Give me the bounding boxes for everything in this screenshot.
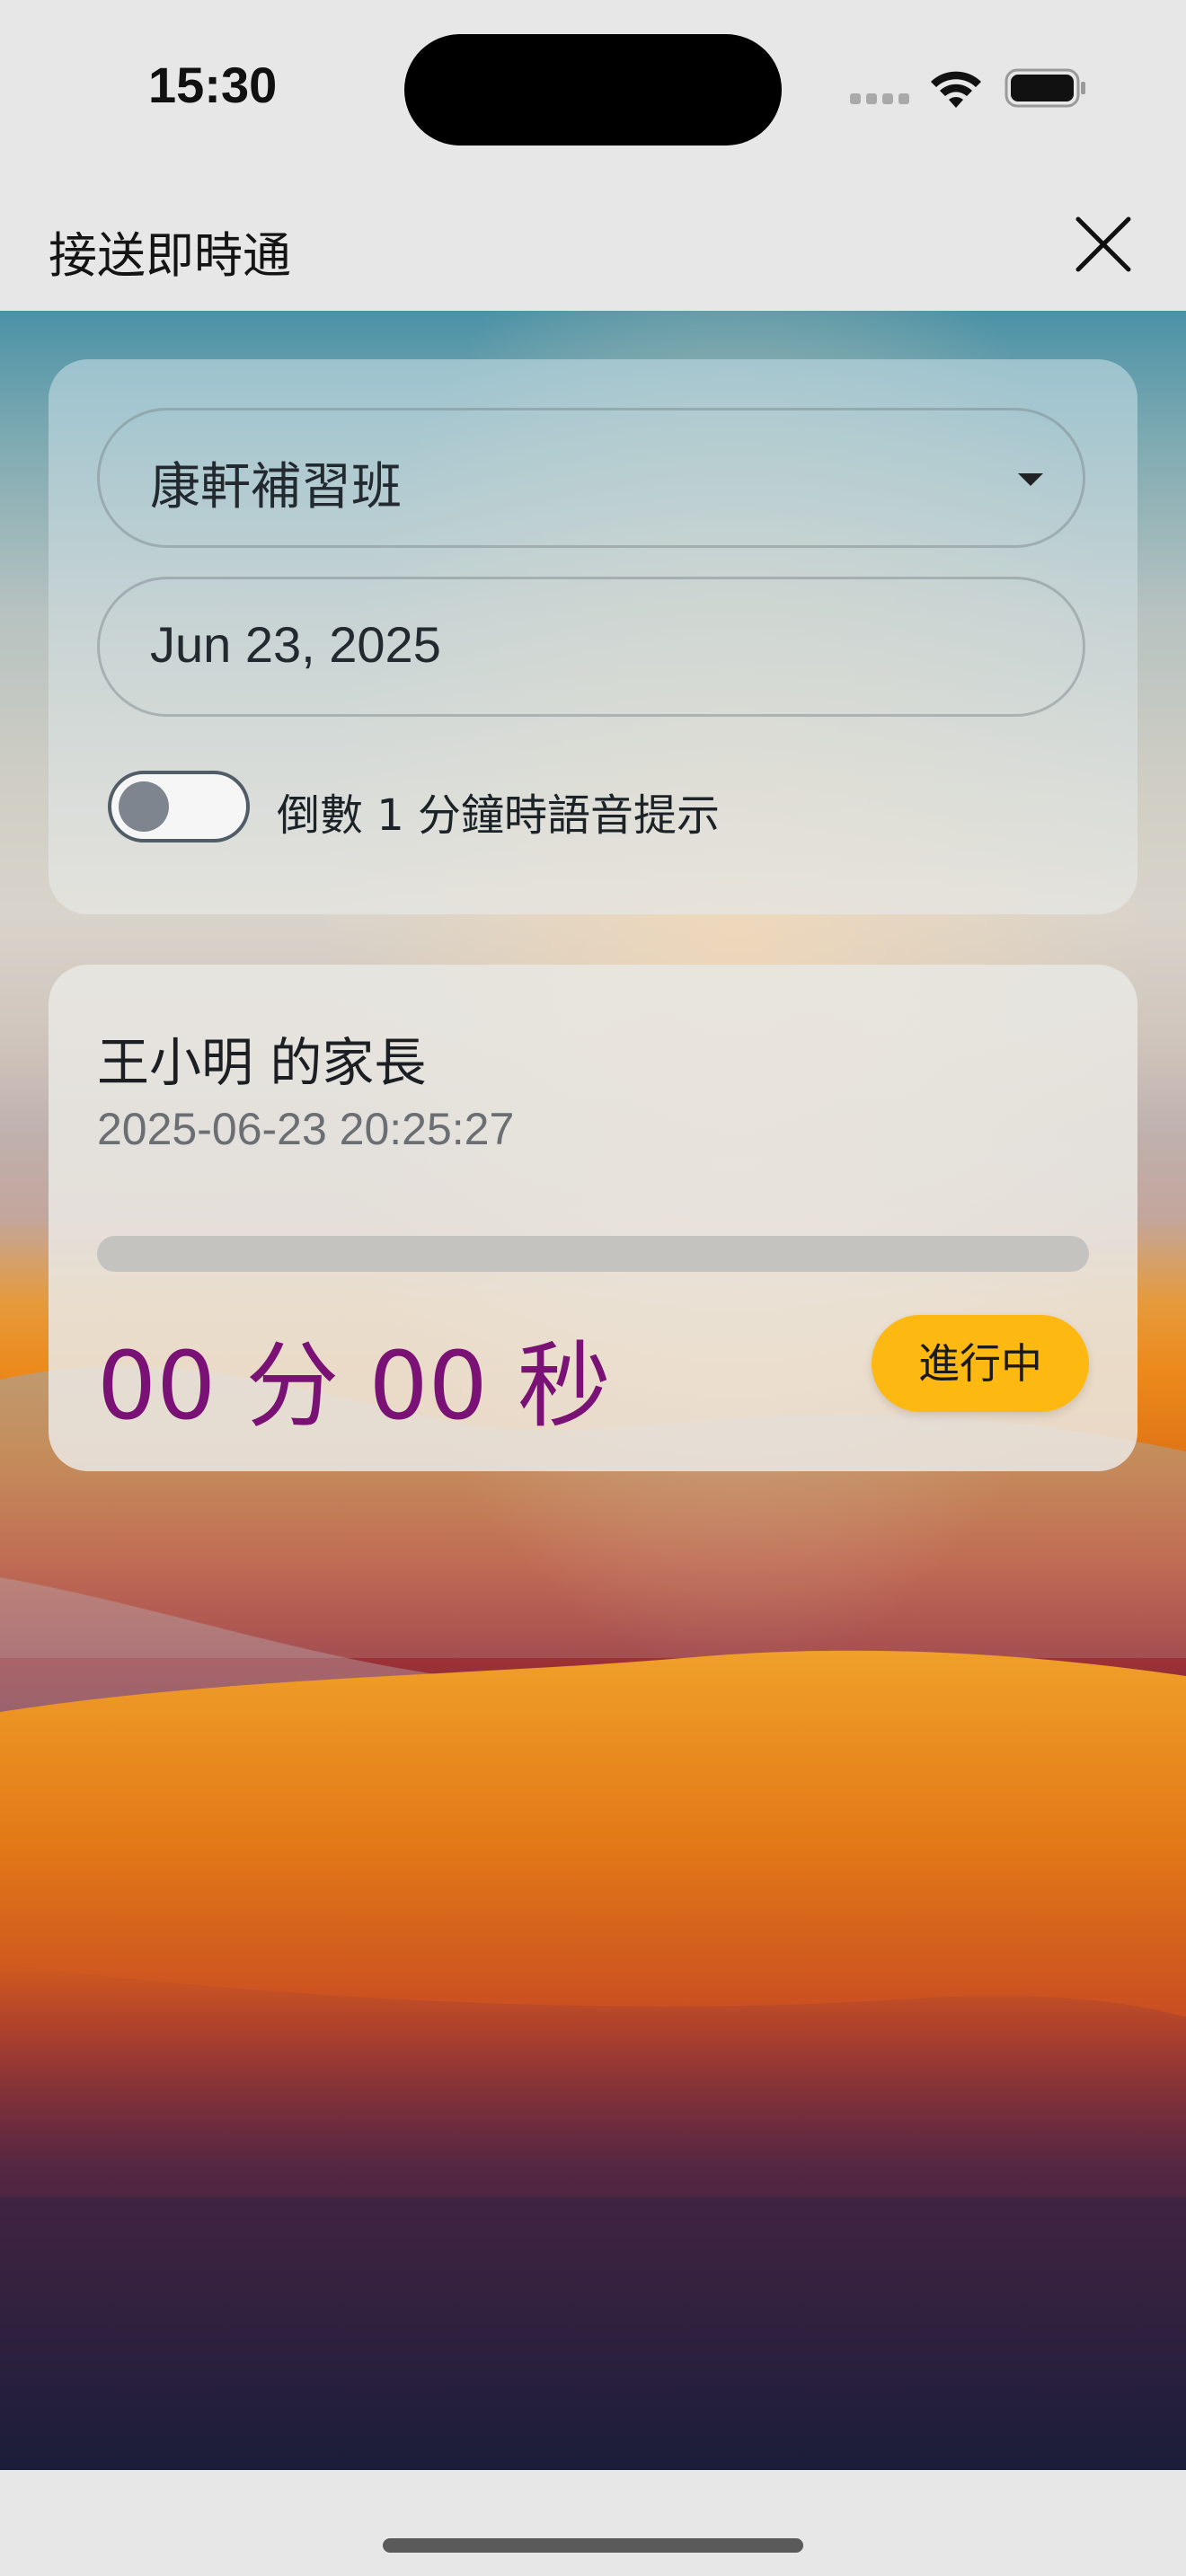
- app-header: 接送即時通: [0, 171, 1186, 311]
- settings-card: 康軒補習班 Jun 23, 2025 倒數 1 分鐘時語音提示: [49, 359, 1137, 914]
- parent-name: 王小明 的家長: [97, 1032, 427, 1093]
- close-button[interactable]: [1069, 210, 1137, 278]
- pickup-card: 王小明 的家長 2025-06-23 20:25:27 00 分 00 秒 進行…: [49, 965, 1137, 1471]
- toggle-knob: [119, 781, 169, 832]
- countdown-progress-bar: [97, 1236, 1089, 1272]
- home-indicator[interactable]: [383, 2538, 803, 2553]
- date-field[interactable]: Jun 23, 2025: [97, 577, 1085, 717]
- page-title: 接送即時通: [49, 227, 291, 284]
- date-field-value: Jun 23, 2025: [150, 616, 441, 673]
- wifi-icon: [931, 71, 981, 108]
- status-badge[interactable]: 進行中: [872, 1315, 1089, 1412]
- countdown-timer: 00 分 00 秒: [97, 1331, 611, 1441]
- battery-icon: [1005, 68, 1085, 108]
- status-bar: 15:30: [0, 0, 1186, 171]
- pickup-timestamp: 2025-06-23 20:25:27: [97, 1104, 515, 1154]
- bottom-bar: [0, 2470, 1186, 2576]
- school-select[interactable]: 康軒補習班: [97, 408, 1085, 548]
- close-icon: [1075, 216, 1131, 272]
- voice-alert-label: 倒數 1 分鐘時語音提示: [277, 790, 721, 841]
- status-time: 15:30: [148, 57, 278, 113]
- dynamic-island: [404, 34, 782, 146]
- chevron-down-icon: [1018, 473, 1043, 486]
- school-select-value: 康軒補習班: [150, 458, 402, 516]
- voice-alert-toggle[interactable]: [108, 771, 250, 842]
- cellular-signal-icon: [850, 93, 909, 108]
